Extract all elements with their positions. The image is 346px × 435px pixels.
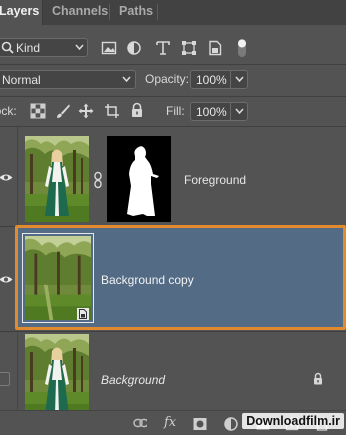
tab-paths[interactable]: Paths xyxy=(119,0,153,25)
layer-thumbnail xyxy=(25,334,89,410)
image-filter-icon[interactable] xyxy=(101,40,117,56)
divider xyxy=(0,64,346,65)
visibility-toggle[interactable] xyxy=(0,372,10,386)
layer-name[interactable]: Foreground xyxy=(184,173,246,187)
layer-row-foreground[interactable]: Foreground xyxy=(0,127,346,226)
lock-artboard-icon[interactable] xyxy=(104,103,120,119)
smart-object-filter-icon[interactable] xyxy=(207,40,223,56)
fx-icon[interactable]: fx xyxy=(164,415,176,430)
visibility-column xyxy=(0,332,18,410)
mask-link-icon[interactable] xyxy=(93,171,103,189)
filter-toggle-icon[interactable] xyxy=(236,38,248,58)
tab-separator xyxy=(157,4,158,20)
lock-label: Lock: xyxy=(0,104,17,118)
opacity-value: 100% xyxy=(196,73,227,87)
tab-separator xyxy=(109,4,110,20)
fill-label: Fill: xyxy=(166,104,185,118)
tab-layers[interactable]: Layers xyxy=(0,0,43,25)
fill-dropdown[interactable] xyxy=(230,103,247,120)
mask-icon[interactable] xyxy=(193,417,207,431)
tab-channels[interactable]: Channels xyxy=(52,0,108,25)
watermark: Downloadfilm.ir xyxy=(242,413,344,429)
blend-mode-select[interactable]: Normal xyxy=(0,70,136,89)
chevron-down-icon xyxy=(235,76,244,83)
lock-image-icon[interactable] xyxy=(55,103,71,119)
lock-icon xyxy=(314,372,322,385)
fill-input[interactable]: 100% xyxy=(190,102,248,121)
opacity-dropdown[interactable] xyxy=(230,71,247,88)
fill-value: 100% xyxy=(196,105,227,119)
panel-tab-bar: Layers Channels Paths xyxy=(0,0,346,25)
adjustment-icon[interactable] xyxy=(224,417,238,431)
chevron-down-icon xyxy=(235,108,244,115)
adjustment-filter-icon[interactable] xyxy=(126,40,142,56)
layer-row-background[interactable]: Background xyxy=(0,332,346,410)
highlight-box xyxy=(15,225,346,330)
layer-mask-thumbnail[interactable] xyxy=(107,136,171,222)
filter-kind-value: Kind xyxy=(16,41,41,55)
eye-icon[interactable] xyxy=(0,173,13,182)
visibility-column xyxy=(0,127,18,226)
opacity-input[interactable]: 100% xyxy=(190,70,248,89)
lock-transparent-icon[interactable] xyxy=(30,103,46,119)
chevron-down-icon xyxy=(122,76,131,83)
layer-name[interactable]: Background xyxy=(101,373,165,387)
filter-kind-select[interactable]: Kind xyxy=(0,38,88,57)
type-filter-icon[interactable] xyxy=(155,40,171,56)
chevron-down-icon xyxy=(75,44,84,51)
layer-thumbnail xyxy=(25,136,89,222)
eye-icon[interactable] xyxy=(0,275,13,284)
shape-filter-icon[interactable] xyxy=(181,40,197,56)
opacity-label: Opacity: xyxy=(145,72,190,86)
divider xyxy=(0,96,346,97)
blend-mode-value: Normal xyxy=(2,73,41,87)
lock-position-icon[interactable] xyxy=(78,103,94,119)
search-icon xyxy=(1,41,14,54)
link-icon[interactable] xyxy=(133,418,147,432)
lock-all-icon[interactable] xyxy=(129,102,145,118)
